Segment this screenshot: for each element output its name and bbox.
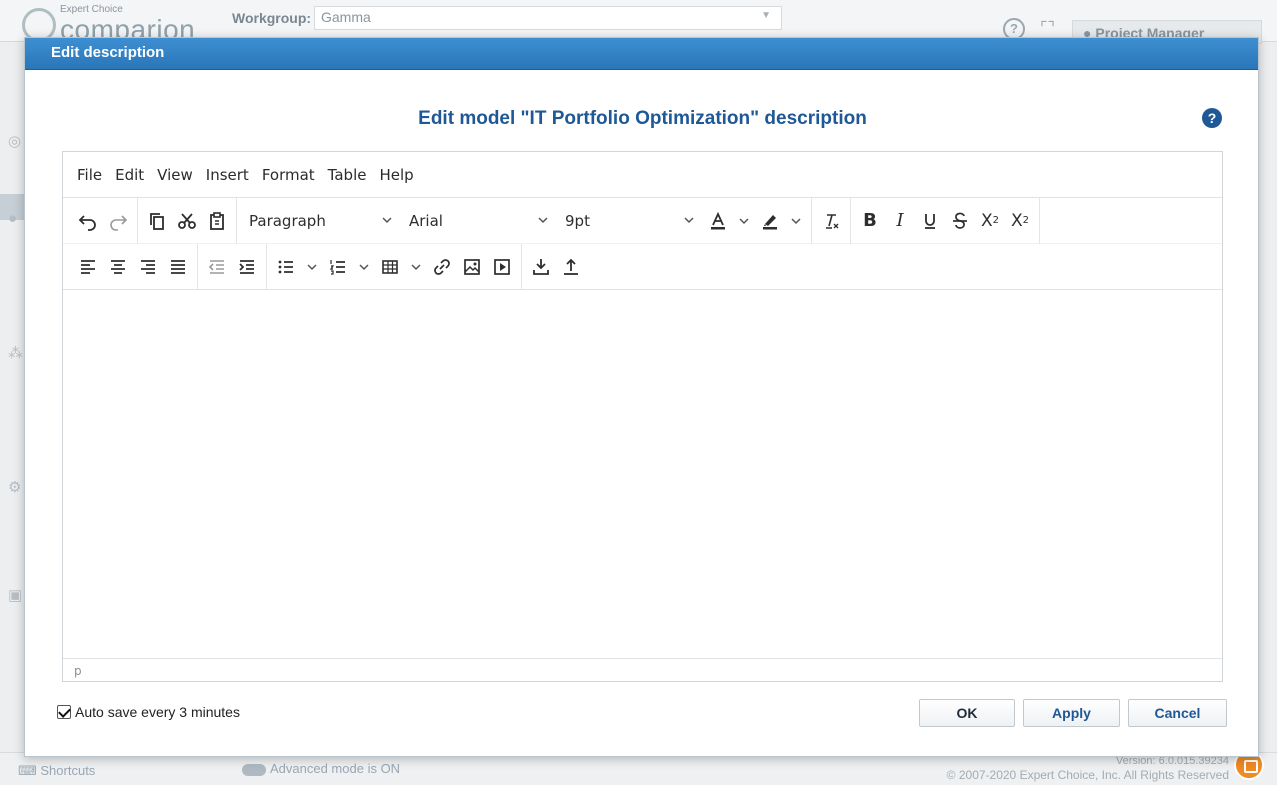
app-header: Expert Choice comparion Workgroup: Gamma… bbox=[0, 0, 1277, 45]
workgroup-value: Gamma bbox=[321, 9, 371, 25]
font-size-dropdown[interactable]: 9pt bbox=[557, 206, 703, 236]
workgroup-label: Workgroup: bbox=[232, 10, 312, 26]
workgroup-select[interactable]: Gamma ▼ bbox=[314, 6, 782, 30]
align-group bbox=[73, 243, 198, 290]
fullscreen-icon[interactable]: ⌜⌝ bbox=[1040, 18, 1055, 38]
align-left-icon[interactable] bbox=[73, 252, 103, 282]
shortcuts-label: Shortcuts bbox=[40, 763, 96, 778]
chevron-down-icon[interactable] bbox=[301, 252, 323, 282]
menu-format[interactable]: Format bbox=[262, 166, 315, 184]
chevron-down-icon[interactable] bbox=[405, 252, 427, 282]
sidebar-circle-icon[interactable]: ● bbox=[8, 210, 24, 227]
io-group bbox=[526, 244, 590, 290]
autosave-checkbox[interactable] bbox=[57, 705, 71, 719]
upload-icon[interactable] bbox=[556, 252, 586, 282]
insert-group bbox=[271, 243, 522, 290]
table-icon[interactable] bbox=[375, 252, 405, 282]
align-right-icon[interactable] bbox=[133, 252, 163, 282]
font-family-dropdown[interactable]: Arial bbox=[401, 206, 557, 236]
sidebar-users-icon[interactable]: ⁂ bbox=[8, 344, 24, 362]
undo-icon[interactable] bbox=[73, 206, 103, 236]
advanced-mode-toggle[interactable]: Advanced mode is ON bbox=[242, 761, 400, 776]
image-icon[interactable] bbox=[457, 252, 487, 282]
edit-description-dialog: Edit description Edit model "IT Portfoli… bbox=[24, 37, 1259, 757]
advanced-mode-label: Advanced mode is ON bbox=[270, 761, 401, 776]
highlight-color-icon[interactable] bbox=[755, 206, 785, 236]
menu-view[interactable]: View bbox=[157, 166, 193, 184]
chevron-down-icon bbox=[683, 212, 695, 230]
editor-menubar: File Edit View Insert Format Table Help bbox=[63, 152, 1222, 198]
sidebar-target-icon[interactable]: ◎ bbox=[8, 132, 24, 150]
keyboard-icon: ⌨ bbox=[18, 763, 41, 778]
copy-icon[interactable] bbox=[142, 206, 172, 236]
shortcuts-link[interactable]: ⌨ Shortcuts bbox=[18, 763, 95, 779]
chevron-down-icon[interactable] bbox=[733, 206, 755, 236]
ok-button[interactable]: OK bbox=[919, 699, 1015, 727]
dialog-heading: Edit model "IT Portfolio Optimization" d… bbox=[418, 108, 867, 129]
help-icon[interactable]: ? bbox=[1202, 108, 1222, 128]
sidebar-report-icon[interactable]: ▣ bbox=[8, 586, 24, 604]
chevron-down-icon bbox=[537, 212, 549, 230]
italic-icon[interactable]: I bbox=[885, 206, 915, 236]
toggle-icon bbox=[242, 763, 266, 776]
cancel-button[interactable]: Cancel bbox=[1128, 699, 1227, 727]
align-justify-icon[interactable] bbox=[163, 252, 193, 282]
indent-icon[interactable] bbox=[232, 252, 262, 282]
align-center-icon[interactable] bbox=[103, 252, 133, 282]
strikethrough-icon[interactable] bbox=[945, 206, 975, 236]
editor-status-path: p bbox=[63, 658, 1222, 681]
clear-formatting-icon[interactable] bbox=[816, 206, 846, 236]
indent-group bbox=[202, 243, 267, 290]
editor-content-area[interactable] bbox=[63, 291, 1222, 658]
outdent-icon[interactable] bbox=[202, 252, 232, 282]
dialog-title: Edit description bbox=[51, 44, 165, 61]
apply-button[interactable]: Apply bbox=[1023, 699, 1120, 727]
copyright-text: © 2007-2020 Expert Choice, Inc. All Righ… bbox=[946, 768, 1229, 782]
chevron-down-icon[interactable] bbox=[353, 252, 375, 282]
chevron-down-icon bbox=[381, 212, 393, 230]
menu-insert[interactable]: Insert bbox=[206, 166, 249, 184]
chevron-down-icon: ▼ bbox=[761, 10, 771, 21]
menu-edit[interactable]: Edit bbox=[115, 166, 144, 184]
clear-format-group bbox=[816, 197, 851, 244]
media-icon[interactable] bbox=[487, 252, 517, 282]
bullet-list-icon[interactable] bbox=[271, 252, 301, 282]
underline-icon[interactable] bbox=[915, 206, 945, 236]
sidebar-gear-icon[interactable]: ⚙ bbox=[8, 478, 24, 496]
rich-text-editor: File Edit View Insert Format Table Help bbox=[62, 151, 1223, 682]
redo-icon[interactable] bbox=[103, 206, 133, 236]
block-format-value: Paragraph bbox=[249, 211, 326, 230]
menu-table[interactable]: Table bbox=[328, 166, 367, 184]
numbered-list-icon[interactable] bbox=[323, 252, 353, 282]
autosave-label: Auto save every 3 minutes bbox=[75, 704, 240, 720]
menu-file[interactable]: File bbox=[77, 166, 102, 184]
font-family-value: Arial bbox=[409, 211, 443, 230]
autosave-option[interactable]: Auto save every 3 minutes bbox=[57, 704, 240, 720]
block-format-dropdown[interactable]: Paragraph bbox=[241, 206, 401, 236]
editor-toolbar-row-1: Paragraph Arial 9pt B I X 2 X 2 bbox=[63, 197, 1222, 244]
text-style-group: B I X2 X2 bbox=[855, 197, 1040, 244]
history-group bbox=[73, 197, 138, 244]
dialog-titlebar[interactable]: Edit description bbox=[25, 38, 1258, 70]
format-select-group: Paragraph Arial 9pt bbox=[241, 197, 812, 244]
paste-icon[interactable] bbox=[202, 206, 232, 236]
link-icon[interactable] bbox=[427, 252, 457, 282]
cut-icon[interactable] bbox=[172, 206, 202, 236]
clipboard-group bbox=[142, 197, 237, 244]
text-color-icon[interactable] bbox=[703, 206, 733, 236]
chevron-down-icon[interactable] bbox=[785, 206, 807, 236]
superscript-icon[interactable]: X2 bbox=[1005, 206, 1035, 236]
menu-help[interactable]: Help bbox=[379, 166, 413, 184]
editor-toolbar-row-2 bbox=[63, 243, 1222, 290]
download-icon[interactable] bbox=[526, 252, 556, 282]
font-size-value: 9pt bbox=[565, 211, 590, 230]
bold-icon[interactable]: B bbox=[855, 206, 885, 236]
subscript-icon[interactable]: X2 bbox=[975, 206, 1005, 236]
